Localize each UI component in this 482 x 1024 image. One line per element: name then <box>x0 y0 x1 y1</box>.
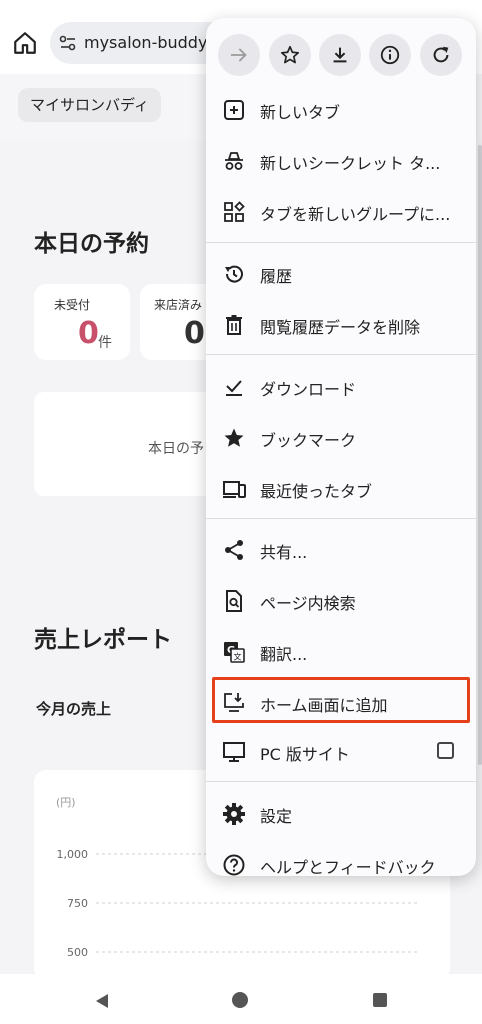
nav-home-icon[interactable] <box>232 992 248 1008</box>
tab-group-icon <box>224 201 245 222</box>
menu-item-downloads[interactable]: ダウンロード <box>206 363 476 411</box>
today-reservations-title: 本日の予約 <box>34 231 149 257</box>
find-in-page-icon <box>226 590 242 612</box>
desktop-site-checkbox[interactable] <box>437 742 454 759</box>
recents-icon[interactable] <box>373 993 387 1007</box>
menu-divider <box>206 354 476 355</box>
menu-item-desktop-site[interactable]: PC 版サイト <box>206 728 476 776</box>
download-page-button[interactable] <box>319 34 361 76</box>
bookmark-star-icon <box>280 45 300 64</box>
menu-item-new-tab[interactable]: 新しいタブ <box>206 86 476 134</box>
stat-value: 0 <box>184 316 205 351</box>
menu-item-share[interactable]: 共有... <box>206 526 476 574</box>
empty-message: 本日の予 <box>148 441 204 457</box>
stat-value: 0 <box>78 316 99 351</box>
download-check-icon <box>226 380 242 396</box>
devices-icon <box>223 481 246 498</box>
stat-unit: 件 <box>98 335 112 351</box>
bookmark-button[interactable] <box>269 34 311 76</box>
reload-button[interactable] <box>420 34 462 76</box>
annotation-highlight <box>212 677 470 723</box>
back-icon[interactable] <box>94 993 110 1009</box>
stat-label: 未受付 <box>54 298 91 312</box>
page-scrollbar[interactable] <box>478 145 482 765</box>
download-icon <box>333 47 347 63</box>
incognito-icon <box>225 152 243 170</box>
translate-icon: G 文 <box>224 642 245 663</box>
y-tick-label: 500 <box>67 946 88 959</box>
salon-name-chip[interactable]: マイサロンバディ <box>18 88 161 122</box>
menu-item-help[interactable]: ヘルプとフィードバック <box>206 841 476 876</box>
menu-item-label: タブを新しいグループに... <box>260 205 451 224</box>
monitor-icon <box>223 742 245 762</box>
stat-label: 来店済み <box>154 298 203 312</box>
site-settings-icon[interactable] <box>58 33 78 53</box>
menu-divider <box>206 242 476 243</box>
monthly-sales-label: 今月の売上 <box>36 700 112 718</box>
page-info-button[interactable] <box>369 34 411 76</box>
menu-item-translate[interactable]: G 文 翻訳... <box>206 628 476 676</box>
trash-icon <box>226 315 242 335</box>
gear-icon <box>223 803 245 825</box>
y-tick-label: 750 <box>67 897 88 910</box>
menu-item-label: 履歴 <box>260 267 293 286</box>
menu-item-clear-data[interactable]: 閲覧履歴データを削除 <box>206 301 476 349</box>
menu-item-label: 翻訳... <box>260 645 308 664</box>
menu-item-label: ダウンロード <box>260 380 357 399</box>
star-icon <box>224 428 244 447</box>
y-tick-label: 1,000 <box>57 848 89 861</box>
forward-button[interactable] <box>218 34 260 76</box>
menu-item-label: ブックマーク <box>260 431 357 450</box>
menu-item-label: 共有... <box>260 543 308 562</box>
menu-item-incognito[interactable]: 新しいシークレット タ... <box>206 137 476 185</box>
menu-divider <box>206 781 476 782</box>
new-tab-icon <box>224 100 244 120</box>
menu-item-label: 新しいタブ <box>260 103 341 122</box>
menu-item-tab-group[interactable]: タブを新しいグループに... <box>206 188 476 236</box>
share-icon <box>225 540 243 560</box>
menu-item-label: 閲覧履歴データを削除 <box>260 318 421 337</box>
forward-icon <box>230 48 247 62</box>
stat-card-unreceived[interactable]: 未受付 0 件 <box>34 284 130 360</box>
menu-item-label: 設定 <box>260 807 293 826</box>
url-text[interactable]: mysalon-buddy. <box>84 33 210 52</box>
menu-item-settings[interactable]: 設定 <box>206 790 476 838</box>
menu-item-bookmarks[interactable]: ブックマーク <box>206 414 476 462</box>
menu-item-label: PC 版サイト <box>260 745 350 764</box>
home-icon[interactable] <box>12 30 38 56</box>
browser-menu: 新しいタブ 新しいシークレット タ... タブを新しいグループに... 履歴 閲… <box>206 18 476 876</box>
y-axis-label: (円) <box>56 796 76 809</box>
menu-item-recent-tabs[interactable]: 最近使ったタブ <box>206 465 476 513</box>
history-icon <box>225 265 243 283</box>
menu-item-history[interactable]: 履歴 <box>206 250 476 298</box>
menu-item-label: ページ内検索 <box>260 594 356 613</box>
info-icon <box>380 45 400 65</box>
menu-item-label: ヘルプとフィードバック <box>260 858 436 876</box>
help-icon <box>223 854 245 876</box>
sales-report-title: 売上レポート <box>34 627 172 653</box>
menu-divider <box>206 518 476 519</box>
menu-item-find-in-page[interactable]: ページ内検索 <box>206 577 476 625</box>
svg-text:文: 文 <box>234 652 242 662</box>
menu-item-label: 最近使ったタブ <box>260 482 373 501</box>
reload-icon <box>433 46 449 63</box>
menu-item-label: 新しいシークレット タ... <box>260 154 441 173</box>
